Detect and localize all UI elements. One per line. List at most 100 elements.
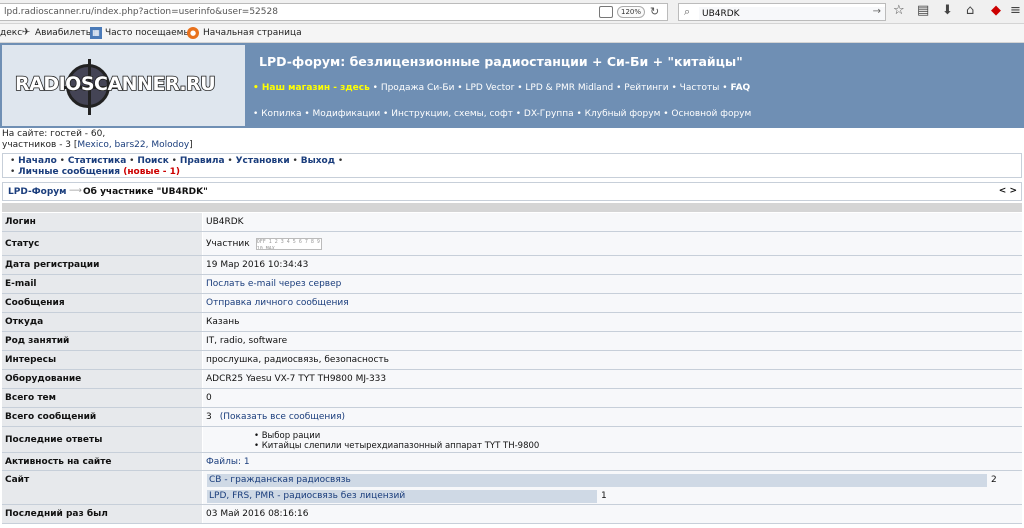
bookmark-item[interactable]: Начальная страница	[203, 28, 302, 38]
online-members-prefix: участников - 3 [	[2, 140, 78, 150]
reader-view-icon[interactable]	[599, 6, 613, 18]
addon-icon[interactable]: ◆	[991, 3, 1001, 18]
status-meter: OFF 1 2 3 4 5 6 7 8 9 10 MAX	[255, 237, 322, 250]
menu-item-home[interactable]: Начало	[18, 156, 57, 166]
menu-item-logout[interactable]: Выход	[301, 156, 335, 166]
profile-row-equipment: Оборудование ADCR25 Yaesu VX-7 TYT TH980…	[2, 370, 1022, 389]
online-members-suffix: ]	[189, 140, 193, 150]
menu-item-messages[interactable]: Личные сообщения	[18, 167, 120, 177]
site-title: LPD-форум: безлицензионные радиостанции …	[259, 54, 743, 69]
posts-count: 3	[206, 412, 212, 422]
pager-arrows[interactable]: < >	[999, 186, 1017, 196]
row-value: 3 (Показать все сообщения)	[203, 408, 1022, 426]
row-value: 0	[203, 389, 1022, 407]
menu-icon[interactable]: ≡	[1010, 3, 1021, 18]
profile-row-location: Откуда Казань	[2, 313, 1022, 332]
site-logo[interactable]: RADIOSCANNER.RU	[14, 72, 216, 96]
row-label: Последние ответы	[2, 427, 202, 452]
profile-row-occupation: Род занятий IT, radio, software	[2, 332, 1022, 351]
profile-row-interests: Интересы прослушка, радиосвязь, безопасн…	[2, 351, 1022, 370]
row-value: ADCR25 Yaesu VX-7 TYT TH9800 MJ-333	[203, 370, 1022, 388]
profile-row-posts: Всего сообщений 3 (Показать все сообщения…	[2, 408, 1022, 427]
bookmark-page-icon: ▦	[90, 27, 102, 39]
breadcrumb-current: Об участнике "UB4RDK"	[83, 187, 208, 197]
profile-row-last-seen: Последний раз был 03 Май 2016 08:16:16	[2, 505, 1022, 524]
menu-item-settings[interactable]: Установки	[236, 156, 290, 166]
row-label: Активность на сайте	[2, 453, 202, 470]
search-box[interactable]: ⌕ UB4RDK →	[678, 3, 886, 21]
online-user-links[interactable]: Mexico, bars22, Molodoy	[77, 140, 189, 150]
profile-row-login: Логин UB4RDK	[2, 213, 1022, 232]
site-nav-primary: • Наш магазин - здесь • Продажа Си-Би • …	[253, 83, 750, 93]
breadcrumb: LPD-Форум ⟶ Об участнике "UB4RDK" < >	[2, 182, 1022, 201]
address-bar-url: lpd.radioscanner.ru/index.php?action=use…	[4, 7, 278, 17]
faq-link[interactable]: FAQ	[730, 83, 750, 93]
shop-link[interactable]: • Наш магазин - здесь	[253, 83, 370, 93]
row-value: Участник OFF 1 2 3 4 5 6 7 8 9 10 MAX	[203, 232, 1022, 255]
row-label: Статус	[2, 232, 202, 255]
menu-item-rules[interactable]: Правила	[180, 156, 225, 166]
row-label: Откуда	[2, 313, 202, 331]
search-go-icon[interactable]: →	[873, 6, 881, 17]
breadcrumb-forum[interactable]: LPD-Форум	[8, 187, 66, 197]
profile-row-email: E-mail Послать e-mail через сервер	[2, 275, 1022, 294]
profile-row-messages: Сообщения Отправка личного сообщения	[2, 294, 1022, 313]
forum-menu: • Начало • Статистика • Поиск • Правила …	[2, 153, 1022, 178]
firefox-icon: ●	[187, 27, 199, 39]
row-label: Интересы	[2, 351, 202, 369]
row-label: Сообщения	[2, 294, 202, 312]
download-icon[interactable]: ⬇	[942, 3, 953, 18]
menu-item-search[interactable]: Поиск	[137, 156, 168, 166]
plane-icon: ✈	[21, 27, 31, 38]
new-messages-badge[interactable]: (новые - 1)	[123, 167, 180, 177]
send-pm-link[interactable]: Отправка личного сообщения	[203, 294, 1022, 312]
zoom-indicator[interactable]: 120%	[617, 6, 645, 18]
reading-list-icon[interactable]: ▤	[917, 3, 929, 18]
row-label: Всего тем	[2, 389, 202, 407]
site-section-count: 1	[601, 491, 607, 501]
star-icon[interactable]: ☆	[893, 3, 905, 18]
row-value: UB4RDK	[203, 213, 1022, 231]
address-bar[interactable]: lpd.radioscanner.ru/index.php?action=use…	[0, 3, 668, 21]
email-link[interactable]: Послать e-mail через сервер	[203, 275, 1022, 293]
bookmarks-bar: декс ✈ Авиабилеты ▦ Часто посещаемые ● Н…	[0, 24, 1024, 43]
online-members: участников - 3 [Mexico, bars22, Molodoy]	[2, 140, 193, 151]
online-guests: На сайте: гостей - 60,	[2, 129, 106, 139]
refresh-icon[interactable]: ↻	[650, 5, 659, 18]
status-text: Участник	[206, 238, 250, 249]
reply-link[interactable]: Выбор рации	[254, 431, 539, 441]
profile-row-registered: Дата регистрации 19 Мар 2016 10:34:43	[2, 256, 1022, 275]
row-value: Казань	[203, 313, 1022, 331]
row-label: Дата регистрации	[2, 256, 202, 274]
site-section-bar[interactable]: СВ - гражданская радиосвязь	[207, 474, 987, 487]
bookmark-item[interactable]: Авиабилеты	[35, 28, 93, 38]
row-label: Род занятий	[2, 332, 202, 350]
row-value: 03 Май 2016 08:16:16	[203, 505, 1022, 523]
reply-link[interactable]: Китайцы слепили четырехдиапазонный аппар…	[254, 441, 540, 451]
home-icon[interactable]: ⌂	[966, 3, 974, 18]
search-input[interactable]: UB4RDK	[699, 7, 885, 20]
row-label: Логин	[2, 213, 202, 231]
profile-row-topics: Всего тем 0	[2, 389, 1022, 408]
forum-menu-row: • Начало • Статистика • Поиск • Правила …	[10, 156, 344, 166]
site-nav-secondary[interactable]: • Копилка • Модификации • Инструкции, сх…	[253, 109, 751, 119]
row-label: Последний раз был	[2, 505, 202, 523]
files-link[interactable]: Файлы: 1	[203, 453, 1022, 470]
profile-row-activity: Активность на сайте Файлы: 1	[2, 453, 1022, 471]
site-section-count: 2	[991, 475, 997, 485]
bookmark-item[interactable]: декс	[0, 28, 22, 38]
menu-item-stats[interactable]: Статистика	[68, 156, 126, 166]
row-label: Сайт	[2, 471, 202, 504]
row-label: E-mail	[2, 275, 202, 293]
site-section-bar[interactable]: LPD, FRS, PMR - радиосвязь без лицензий	[207, 490, 597, 503]
browser-toolbar: lpd.radioscanner.ru/index.php?action=use…	[0, 0, 1024, 24]
row-label: Оборудование	[2, 370, 202, 388]
bookmark-item[interactable]: Часто посещаемые	[105, 28, 196, 38]
table-header-bar	[2, 203, 1022, 212]
show-all-posts-link[interactable]: (Показать все сообщения)	[220, 412, 345, 422]
nav-links[interactable]: • Продажа Си-Би • LPD Vector • LPD & PMR…	[373, 83, 728, 93]
row-value: IT, radio, software	[203, 332, 1022, 350]
row-value: 19 Мар 2016 10:34:43	[203, 256, 1022, 274]
profile-row-status: Статус Участник OFF 1 2 3 4 5 6 7 8 9 10 …	[2, 232, 1022, 256]
search-icon: ⌕	[684, 5, 691, 18]
